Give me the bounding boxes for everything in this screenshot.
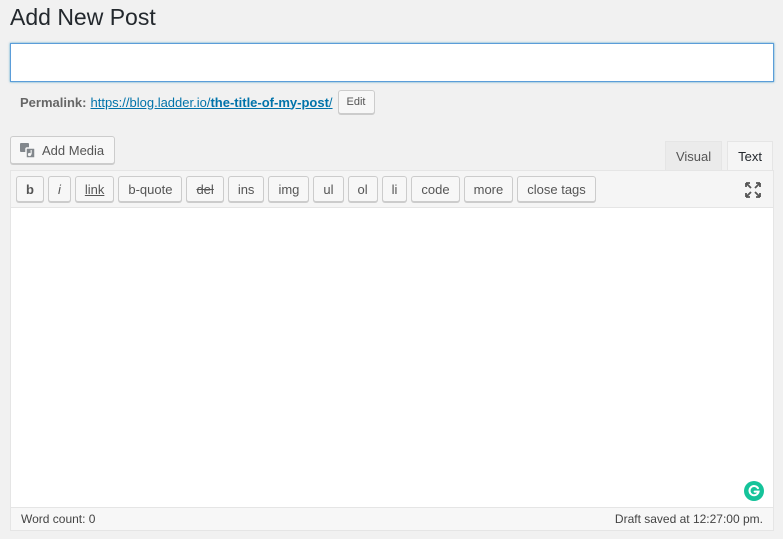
permalink-link[interactable]: https://blog.ladder.io/the-title-of-my-p… <box>90 95 332 110</box>
qt-li-button[interactable]: li <box>381 176 408 202</box>
media-icon <box>20 142 36 159</box>
qt-del-button[interactable]: del <box>186 176 224 202</box>
qt-blockquote-button[interactable]: b-quote <box>118 176 183 202</box>
qt-ol-button[interactable]: ol <box>347 176 378 202</box>
fullscreen-icon[interactable] <box>743 180 763 200</box>
qt-link-button[interactable]: link <box>74 176 115 202</box>
draft-saved-status: Draft saved at 12:27:00 pm. <box>614 512 763 526</box>
add-media-button[interactable]: Add Media <box>10 136 116 164</box>
edit-permalink-button[interactable]: Edit <box>337 90 375 114</box>
permalink-row: Permalink: https://blog.ladder.io/the-ti… <box>20 90 375 114</box>
page-title: Add New Post <box>10 4 156 30</box>
permalink-trailing: / <box>328 94 333 110</box>
tab-visual[interactable]: Visual <box>664 141 723 170</box>
qt-ins-button[interactable]: ins <box>227 176 265 202</box>
quicktags-toolbar: b i link b-quote del ins img ul ol li co… <box>11 171 773 208</box>
word-count: Word count: 0 <box>21 512 96 526</box>
permalink-label: Permalink: <box>20 94 87 110</box>
tab-text[interactable]: Text <box>727 141 773 170</box>
editor-tabs: Visual Text <box>660 141 773 170</box>
qt-italic-button[interactable]: i <box>47 176 71 202</box>
add-media-label: Add Media <box>42 142 105 158</box>
qt-bold-button[interactable]: b <box>16 176 44 202</box>
grammarly-icon[interactable] <box>744 481 764 501</box>
editor-status-bar: Word count: 0 Draft saved at 12:27:00 pm… <box>11 507 773 530</box>
permalink-slug: the-title-of-my-post <box>210 94 329 110</box>
post-title-input[interactable] <box>10 43 774 82</box>
qt-code-button[interactable]: code <box>411 176 460 202</box>
qt-ul-button[interactable]: ul <box>313 176 344 202</box>
permalink-base-url: https://blog.ladder.io/ <box>90 94 211 110</box>
post-content-textarea[interactable] <box>11 208 773 507</box>
editor-container: b i link b-quote del ins img ul ol li co… <box>10 170 774 531</box>
qt-close-tags-button[interactable]: close tags <box>517 176 596 202</box>
qt-more-button[interactable]: more <box>463 176 514 202</box>
qt-img-button[interactable]: img <box>268 176 310 202</box>
